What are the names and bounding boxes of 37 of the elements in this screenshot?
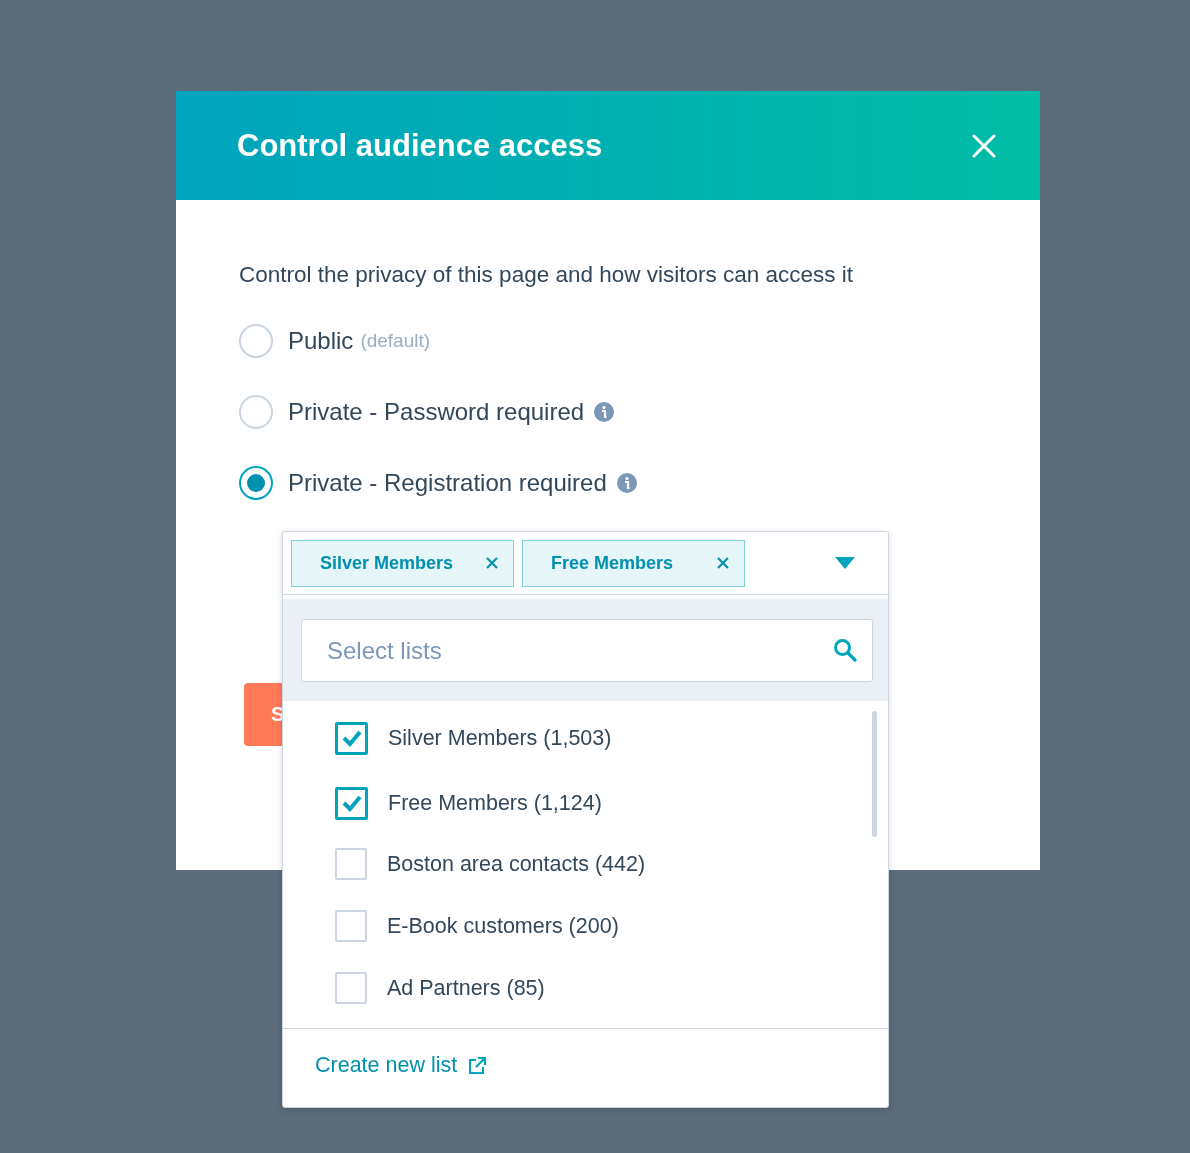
list-option[interactable]: E-Book customers (200) <box>387 913 619 939</box>
list-option[interactable]: Ad Partners (85) <box>387 975 545 1001</box>
search-icon[interactable] <box>833 638 857 662</box>
info-icon[interactable] <box>616 473 637 493</box>
close-icon <box>486 557 498 569</box>
close-icon <box>717 557 729 569</box>
radio-button[interactable] <box>239 395 273 429</box>
close-button[interactable] <box>972 133 996 158</box>
info-icon[interactable] <box>594 402 615 422</box>
remove-tag-button[interactable] <box>486 557 498 569</box>
list-option[interactable]: Silver Members (1,503) <box>388 725 612 751</box>
option-label[interactable]: Public <box>288 327 354 355</box>
check-icon <box>340 794 363 812</box>
dialog-title: Control audience access <box>237 127 603 164</box>
list-option[interactable]: Boston area contacts (442) <box>387 851 646 877</box>
tag-label: Free Members <box>551 552 674 574</box>
checkbox[interactable] <box>335 910 367 942</box>
caret-icon[interactable] <box>835 557 855 569</box>
radio-button[interactable] <box>239 324 273 358</box>
search-field[interactable]: Select lists <box>301 619 873 682</box>
remove-tag-button[interactable] <box>717 557 729 569</box>
checkbox[interactable] <box>335 848 367 880</box>
list-option[interactable]: Free Members (1,124) <box>388 790 602 816</box>
default-note: (default) <box>360 330 431 352</box>
scrollbar[interactable] <box>872 711 877 837</box>
check-icon <box>340 729 363 747</box>
checkbox[interactable] <box>335 721 368 755</box>
description-text: Control the privacy of this page and how visitors can access it <box>239 262 855 288</box>
option-label[interactable]: Private - Registration required <box>288 469 607 497</box>
tag-label: Silver Members <box>320 552 454 574</box>
checkbox[interactable] <box>335 786 368 820</box>
option-label[interactable]: Private - Password required <box>288 398 585 426</box>
create-list-link[interactable]: Create new list <box>315 1053 458 1078</box>
radio-button[interactable] <box>239 466 273 500</box>
checkbox[interactable] <box>335 972 367 1004</box>
external-link-icon[interactable] <box>467 1055 488 1076</box>
close-icon <box>972 133 996 158</box>
